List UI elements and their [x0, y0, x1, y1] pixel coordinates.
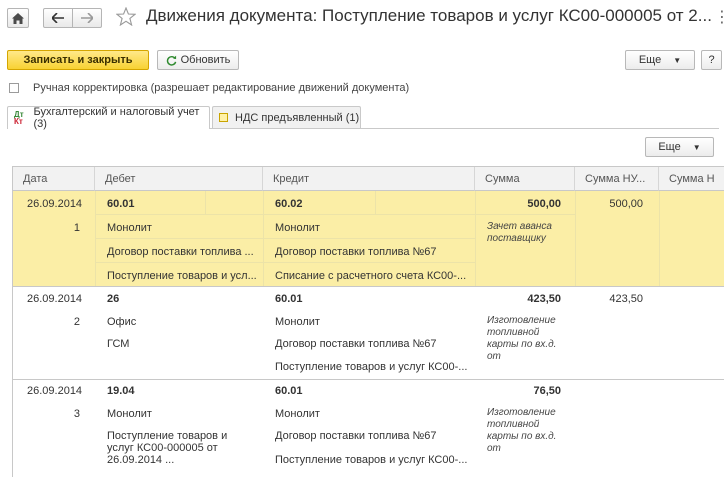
credit-subconto3-cell: Поступление товаров и услуг КС00-...: [275, 361, 468, 373]
debit-account-cell: 19.04: [107, 385, 135, 397]
help-button[interactable]: ?: [701, 50, 722, 70]
manual-correction-label: Ручная корректировка (разрешает редактир…: [33, 82, 410, 94]
row-number-cell: 2: [73, 316, 80, 328]
debit-subconto1-cell: Офис: [107, 316, 137, 328]
row-number-cell: 1: [73, 222, 80, 234]
chevron-down-icon: ▼: [692, 142, 701, 152]
accounting-register-icon: Дт Кт: [14, 110, 24, 126]
arrow-left-icon: [52, 13, 64, 23]
table-row[interactable]: 26.09.2014 2 26 Офис ГСМ 60.01 Монолит Д…: [13, 287, 724, 379]
content-cell: Изготовление топливной карты по вх.д. от: [487, 407, 557, 454]
more-button[interactable]: Еще ▼: [625, 50, 695, 70]
debit-subconto3-cell: Поступление товаров и усл...: [107, 270, 257, 282]
content-cell: Изготовление топливной карты по вх.д. от: [487, 315, 557, 362]
home-icon: [12, 12, 24, 24]
column-header-date[interactable]: Дата: [13, 167, 95, 191]
save-and-close-button[interactable]: Записать и закрыть: [7, 50, 149, 70]
movements-table: Дата Дебет Кредит Сумма Сумма НУ... Сумм…: [12, 166, 724, 477]
credit-subconto1-cell: Монолит: [275, 316, 320, 328]
sum-cell: 423,50: [527, 293, 561, 305]
sum-nu-cell: 423,50: [609, 293, 643, 305]
debit-subconto2-cell: Поступление товаров и услуг КС00-000005 …: [107, 430, 228, 466]
table-row[interactable]: 26.09.2014 1 60.01 Монолит Договор поста…: [13, 191, 724, 286]
back-button[interactable]: [43, 8, 73, 28]
tab-accounting[interactable]: Дт Кт Бухгалтерский и налоговый учет (3): [7, 106, 210, 130]
credit-subconto3-cell: Списание с расчетного счета КС00-...: [275, 270, 467, 282]
credit-account-cell: 60.01: [275, 293, 303, 305]
table-more-button[interactable]: Еще ▼: [645, 137, 714, 157]
refresh-button[interactable]: Обновить: [157, 50, 239, 70]
debit-subconto1-cell: Монолит: [107, 222, 152, 234]
credit-subconto1-cell: Монолит: [275, 408, 320, 420]
credit-subconto2-cell: Договор поставки топлива №67: [275, 430, 437, 442]
column-header-credit[interactable]: Кредит: [263, 167, 475, 191]
table-more-label: Еще: [658, 141, 681, 153]
sum-cell: 500,00: [527, 198, 561, 210]
date-cell: 26.09.2014: [27, 198, 83, 210]
sum-nu-cell: 500,00: [609, 198, 643, 210]
more-label: Еще: [638, 54, 662, 66]
column-header-sum-nu[interactable]: Сумма НУ...: [575, 167, 659, 191]
forward-button[interactable]: [72, 8, 102, 28]
refresh-label: Обновить: [180, 54, 231, 66]
column-header-sum-n[interactable]: Сумма Н: [659, 167, 724, 191]
debit-subconto2-cell: ГСМ: [107, 338, 130, 350]
credit-subconto3-cell: Поступление товаров и услуг КС00-...: [275, 454, 468, 466]
page-title: Движения документа: Поступление товаров …: [146, 6, 712, 25]
table-row[interactable]: 26.09.2014 3 19.04 Монолит Поступление т…: [13, 380, 724, 477]
sum-cell: 76,50: [533, 385, 561, 397]
refresh-icon: [166, 55, 176, 66]
tab-vat-label: НДС предъявленный (1): [235, 111, 360, 124]
tab-vat[interactable]: НДС предъявленный (1): [212, 106, 361, 128]
favorite-star-icon[interactable]: [115, 6, 137, 29]
debit-account-cell: 26: [107, 293, 120, 305]
debit-subconto1-cell: Монолит: [107, 408, 152, 420]
debit-subconto2-cell: Договор поставки топлива ...: [107, 246, 254, 258]
register-icon: [219, 113, 228, 122]
content-cell: Зачет аванса поставщику: [487, 221, 552, 244]
arrow-right-icon: [81, 13, 93, 23]
row-number-cell: 3: [73, 408, 80, 420]
credit-subconto2-cell: Договор поставки топлива №67: [275, 338, 437, 350]
credit-subconto2-cell: Договор поставки топлива №67: [275, 246, 437, 258]
debit-account-cell: 60.01: [107, 198, 135, 210]
credit-subconto1-cell: Монолит: [275, 222, 320, 234]
credit-account-cell: 60.02: [275, 198, 303, 210]
manual-correction-checkbox[interactable]: [9, 83, 19, 93]
credit-account-cell: 60.01: [275, 385, 303, 397]
tab-accounting-label: Бухгалтерский и налоговый учет (3): [33, 106, 200, 130]
column-header-debit[interactable]: Дебет: [95, 167, 263, 191]
more-actions-icon[interactable]: ⋮: [714, 7, 724, 27]
chevron-down-icon: ▼: [673, 55, 682, 65]
date-cell: 26.09.2014: [27, 385, 83, 397]
home-button[interactable]: [7, 8, 29, 28]
date-cell: 26.09.2014: [27, 293, 83, 305]
column-header-sum[interactable]: Сумма: [475, 167, 575, 191]
